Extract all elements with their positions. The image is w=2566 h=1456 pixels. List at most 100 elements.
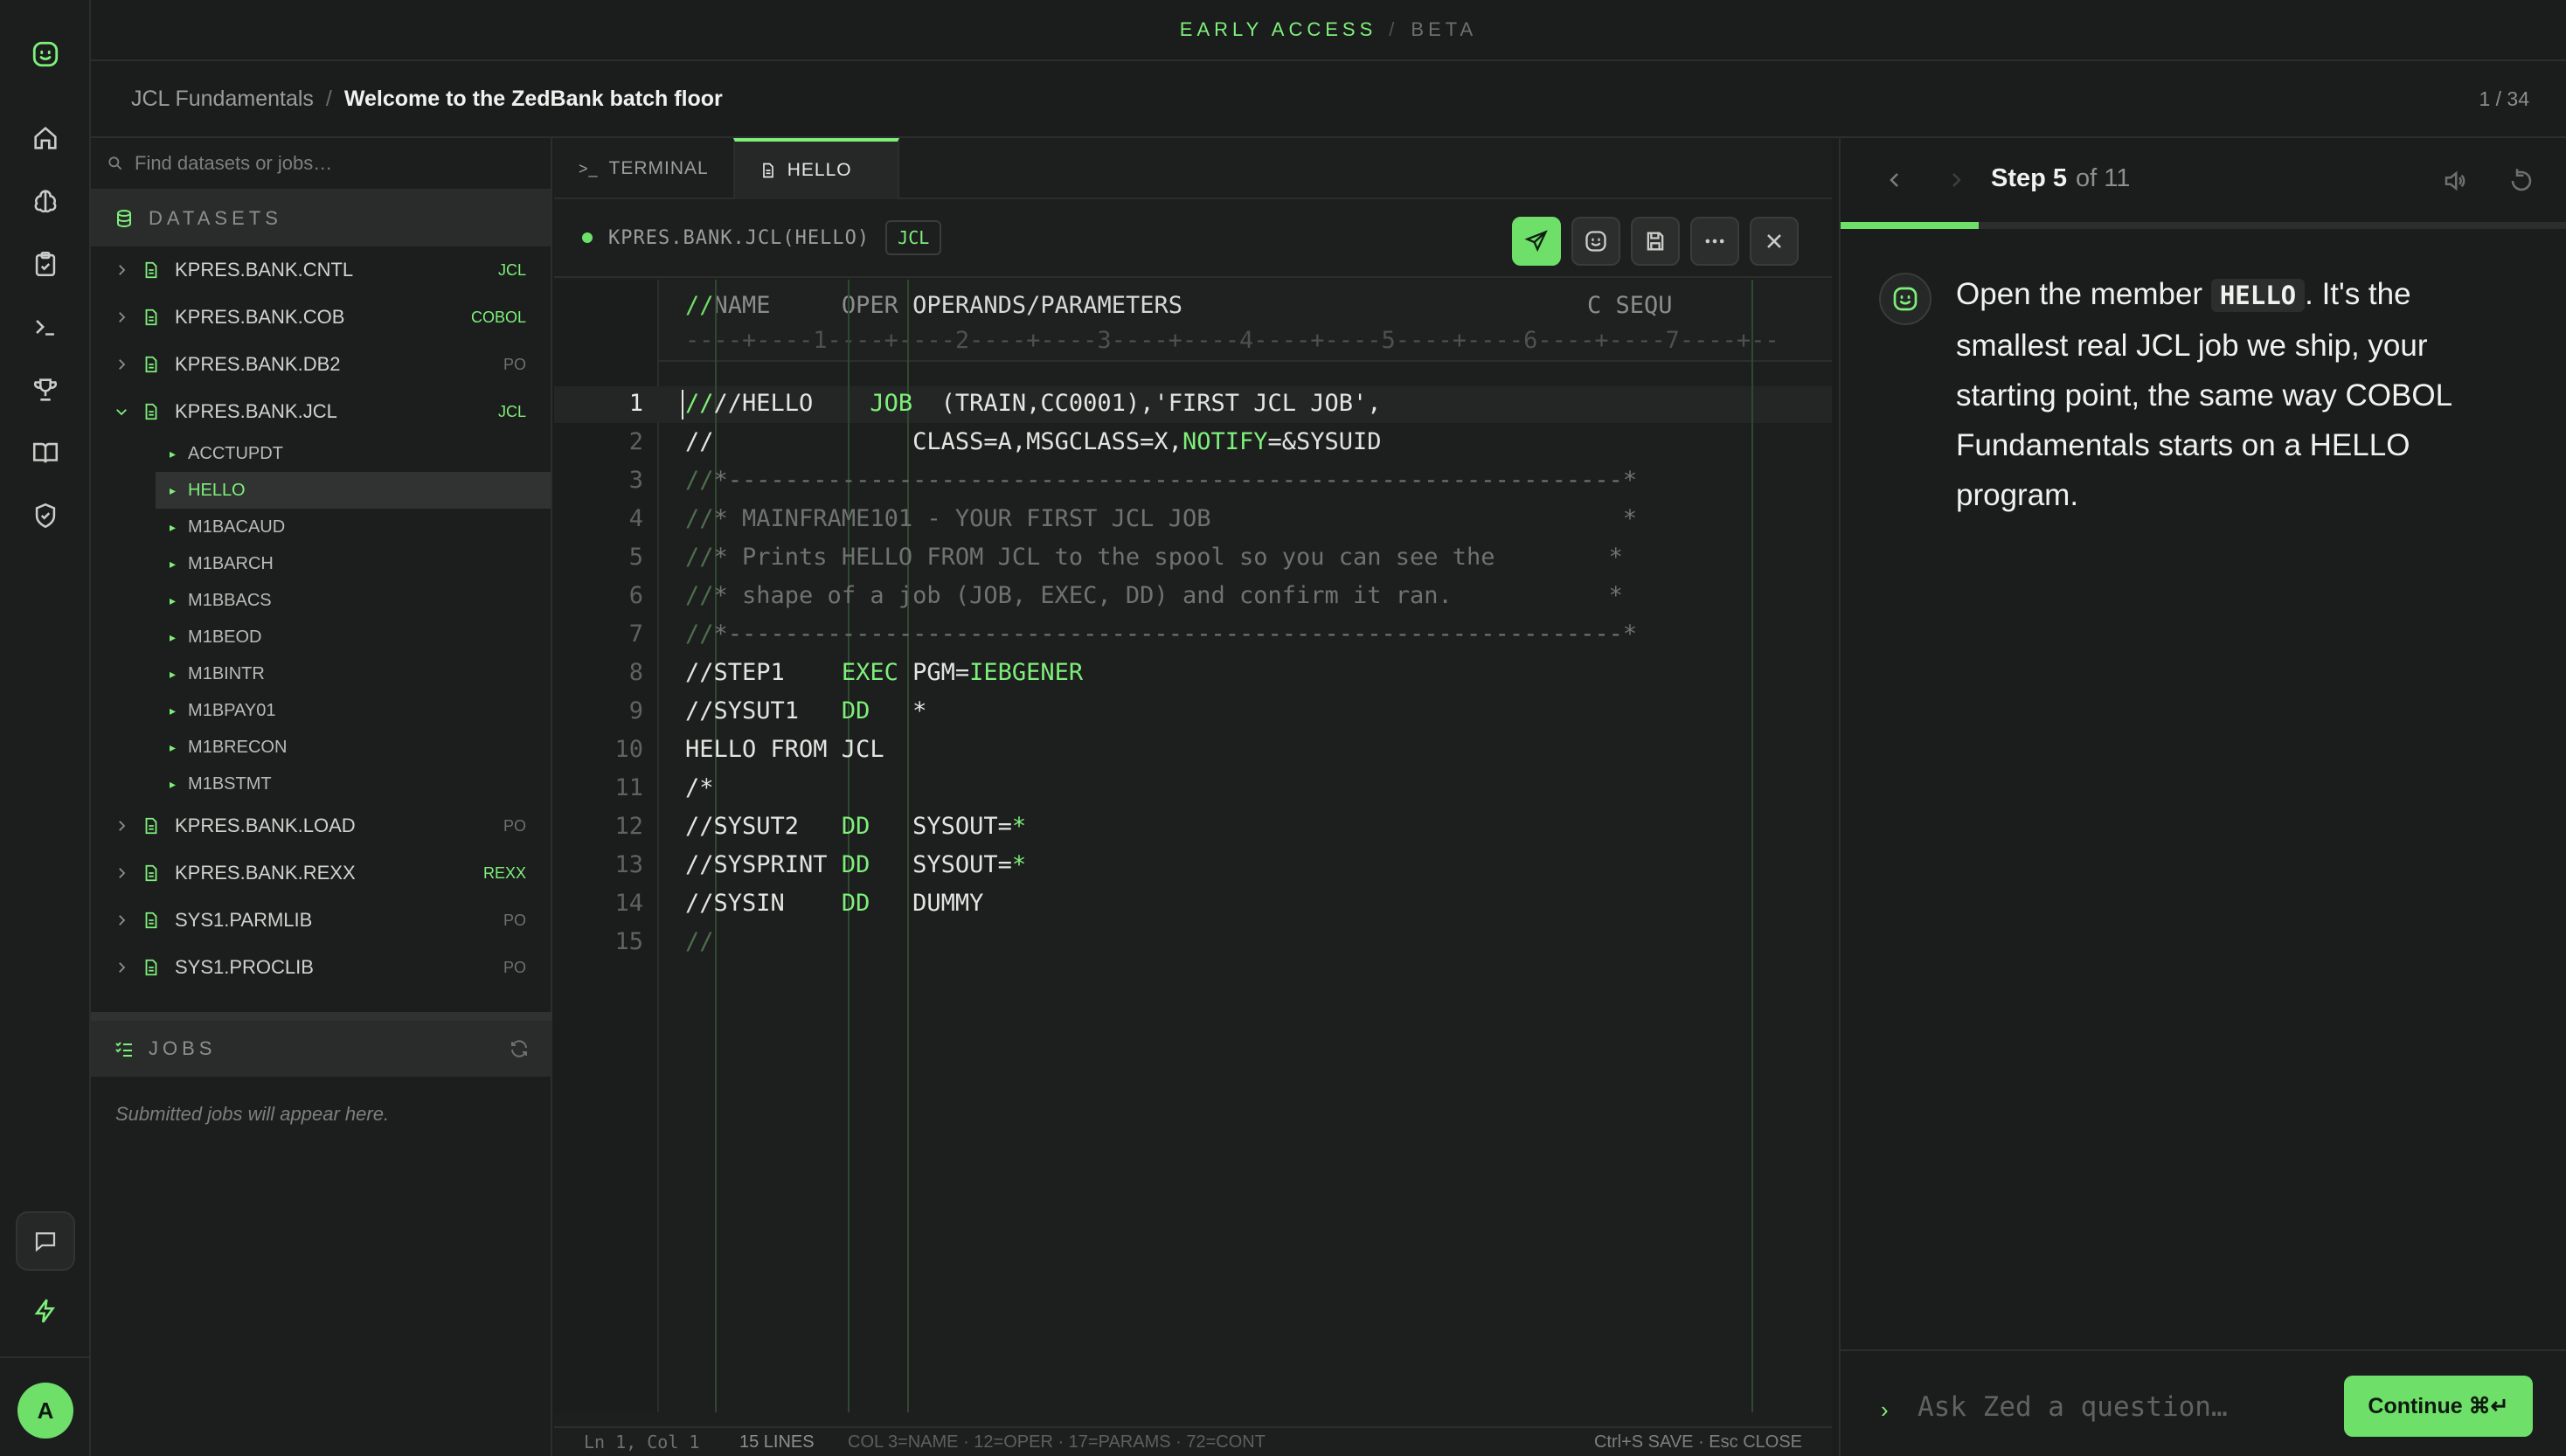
chevron-right-icon[interactable]: [1945, 170, 1966, 191]
member-name: M1BACAUD: [188, 517, 286, 537]
chevron-right-icon: [119, 868, 126, 878]
member-item[interactable]: ▸ M1BPAY01: [91, 692, 551, 729]
avatar[interactable]: A: [17, 1383, 73, 1439]
line-number: 14: [614, 890, 643, 917]
member-item[interactable]: ▸ M1BEOD: [91, 619, 551, 655]
more-options-button[interactable]: [1690, 217, 1739, 266]
dataset-row[interactable]: KPRES.BANK.LOAD PO: [91, 802, 551, 849]
chevron-left-icon[interactable]: [1884, 170, 1905, 191]
editor-status-bar: Ln 1, Col 1 15 LINES COL 3=NAME · 12=OPE…: [554, 1426, 1832, 1456]
file-icon: [762, 163, 773, 178]
home-icon[interactable]: [23, 115, 68, 161]
step-progress-fill: [1841, 222, 1980, 229]
cont-column-guide: [1751, 280, 1753, 1412]
column-ruler: //NAME OPER OPERANDS/PARAMETERS C SEQU -…: [659, 280, 1832, 362]
more-icon: [1705, 239, 1724, 244]
bolt-icon[interactable]: [23, 1288, 68, 1334]
member-item[interactable]: ▸ ACCTUPDT: [91, 435, 551, 472]
top-banner: EARLY ACCESS / BETA: [91, 0, 2566, 61]
tutor-panel: Step 5 of 11 Open the member HELLO. It's …: [1839, 138, 2566, 1456]
dataset-row[interactable]: KPRES.BANK.COB COBOL: [91, 294, 551, 341]
member-item[interactable]: ▸ M1BINTR: [91, 655, 551, 692]
submit-job-button[interactable]: [1512, 217, 1561, 266]
language-badge: JCL: [885, 220, 942, 255]
breadcrumb-separator: /: [325, 86, 332, 111]
close-editor-button[interactable]: [1750, 217, 1799, 266]
chat-icon[interactable]: [16, 1211, 75, 1271]
save-button[interactable]: [1631, 217, 1680, 266]
ask-zed-button[interactable]: [1571, 217, 1620, 266]
line-number: 4: [628, 505, 643, 532]
search-input[interactable]: Find datasets or jobs…: [91, 138, 551, 191]
book-icon[interactable]: [23, 430, 68, 475]
tutor-message: Open the member HELLO. It's the smallest…: [1956, 277, 2452, 512]
speaker-icon[interactable]: [2442, 168, 2468, 194]
dataset-tag: COBOL: [470, 308, 526, 326]
shield-icon[interactable]: [23, 493, 68, 538]
trophy-icon[interactable]: [23, 367, 68, 413]
member-item[interactable]: ▸ M1BBACS: [91, 582, 551, 619]
member-item[interactable]: ▸ M1BARCH: [91, 545, 551, 582]
chevron-right-icon: [119, 915, 126, 926]
code-line: /*: [685, 774, 714, 801]
code-line: //* shape of a job (JOB, EXEC, DD) and c…: [685, 582, 1623, 609]
restart-icon[interactable]: [2508, 168, 2535, 194]
member-item[interactable]: ▸ M1BACAUD: [91, 509, 551, 545]
tab-label: TERMINAL: [608, 158, 709, 178]
member-bullet-icon: ▸: [170, 776, 177, 791]
continue-button[interactable]: Continue ⌘↵: [2344, 1376, 2533, 1437]
member-name: M1BRECON: [188, 737, 288, 757]
dataset-row[interactable]: SYS1.PROCLIB PO: [91, 944, 551, 991]
code-line: //*-------------------------------------…: [685, 621, 1638, 648]
send-icon: [1524, 230, 1548, 253]
line-number: 6: [628, 582, 643, 609]
member-bullet-icon: ▸: [170, 519, 177, 534]
dataset-explorer: Find datasets or jobs… DATASETS KPRES.BA…: [91, 138, 552, 1456]
file-icon: [145, 261, 157, 279]
dataset-row[interactable]: SYS1.PARMLIB PO: [91, 897, 551, 944]
close-icon: [1767, 234, 1781, 248]
datasets-header: DATASETS: [91, 191, 551, 246]
dataset-tag: PO: [503, 958, 526, 976]
panel-resize-handle[interactable]: [91, 1012, 552, 1021]
breadcrumb-course[interactable]: JCL Fundamentals: [131, 87, 314, 112]
tab-hello[interactable]: HELLO: [732, 138, 899, 199]
line-number: 2: [628, 428, 643, 455]
member-bullet-icon: ▸: [170, 739, 177, 754]
member-bullet-icon: ▸: [170, 703, 177, 718]
code-line: // CLASS=A,MSGCLASS=X,NOTIFY=&SYSUID: [685, 428, 1382, 455]
ruler-header: //NAME OPER OPERANDS/PARAMETERS: [685, 292, 1182, 319]
dataset-tag: PO: [503, 911, 526, 929]
file-icon: [145, 912, 157, 929]
prompt-chevron-icon: ›: [1881, 1397, 1889, 1423]
dataset-name: SYS1.PARMLIB: [175, 909, 313, 931]
code-area[interactable]: //NAME OPER OPERANDS/PARAMETERS C SEQU -…: [554, 280, 1832, 1442]
member-item[interactable]: ▸ M1BSTMT: [91, 766, 551, 802]
line-number: 1: [628, 390, 643, 417]
dataset-tag: REXX: [482, 863, 526, 882]
dataset-name: KPRES.BANK.DB2: [175, 353, 341, 375]
code-line: //SYSUT1 DD *: [685, 697, 927, 725]
tab-terminal[interactable]: >_ TERMINAL: [554, 138, 733, 199]
member-item-selected[interactable]: ▸ HELLO: [156, 472, 551, 509]
brain-icon[interactable]: [23, 178, 68, 224]
keyboard-hints: Ctrl+S SAVE · Esc CLOSE: [1593, 1432, 1802, 1452]
ask-input[interactable]: Ask Zed a question…: [1918, 1391, 2228, 1423]
zed-logo-icon[interactable]: [23, 31, 68, 77]
dataset-row[interactable]: KPRES.BANK.CNTL JCL: [91, 246, 551, 294]
dataset-row[interactable]: KPRES.BANK.DB2 PO: [91, 341, 551, 388]
dataset-row[interactable]: KPRES.BANK.REXX REXX: [91, 849, 551, 897]
code-line: ////HELLO JOB (TRAIN,CC0001),'FIRST JCL …: [685, 390, 1382, 417]
member-item[interactable]: ▸ M1BRECON: [91, 729, 551, 766]
breadcrumb: JCL Fundamentals / Welcome to the ZedBan…: [91, 61, 2566, 138]
clipboard-icon[interactable]: [23, 241, 68, 287]
code-line: //STEP1 EXEC PGM=IEBGENER: [685, 659, 1084, 686]
refresh-icon[interactable]: [509, 1038, 530, 1059]
line-number: 10: [614, 736, 643, 763]
chevron-right-icon: [119, 359, 126, 370]
terminal-icon[interactable]: [23, 304, 68, 350]
member-name: M1BSTMT: [188, 773, 272, 794]
dataset-tag: PO: [503, 816, 526, 835]
dataset-row-expanded[interactable]: KPRES.BANK.JCL JCL: [91, 388, 551, 435]
line-number: 5: [628, 544, 643, 571]
